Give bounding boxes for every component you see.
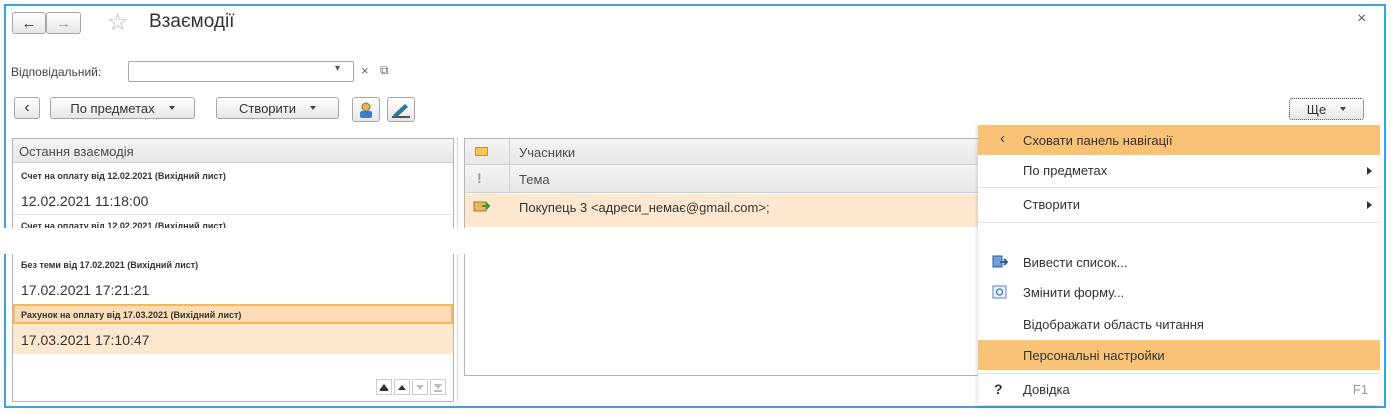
mail-edit-icon — [392, 103, 410, 118]
column-header-last-interaction[interactable]: Остання взаємодія — [13, 139, 453, 163]
menu-item-change-form[interactable]: Змінити форму... — [978, 278, 1380, 307]
form-settings-icon — [992, 285, 1007, 299]
menu-item-export-list[interactable]: Вивести список... — [978, 248, 1380, 277]
column-header-subject[interactable]: ! Тема — [465, 165, 984, 193]
create-button[interactable]: Створити — [216, 97, 339, 119]
submenu-arrow-icon — [1367, 200, 1372, 209]
subject-button[interactable] — [387, 97, 415, 122]
page-title: Взаємодії — [149, 11, 235, 32]
chevron-left-icon: ‹ — [1000, 130, 1005, 147]
more-button[interactable]: Ще — [1289, 98, 1364, 120]
scroll-bottom-icon[interactable] — [430, 379, 446, 395]
scroll-up-icon[interactable] — [394, 379, 410, 395]
by-subjects-button[interactable]: По предметах — [50, 97, 195, 119]
chevron-down-icon — [310, 106, 317, 110]
chevron-down-icon — [168, 106, 175, 110]
back-button[interactable]: ← — [12, 12, 46, 34]
panel-splitter[interactable] — [457, 138, 458, 402]
menu-item-personal-settings[interactable]: Персональні настройки — [978, 340, 1380, 370]
submenu-arrow-icon — [1367, 166, 1372, 175]
menu-divider — [978, 373, 1380, 374]
importance-icon: ! — [477, 170, 482, 186]
forward-button[interactable]: → — [46, 12, 81, 34]
nav-panel-toggle-button[interactable]: ‹ — [14, 97, 40, 119]
list-export-icon — [992, 255, 1008, 268]
overlay-band — [0, 228, 978, 254]
menu-item-help[interactable]: ? Довідка F1 — [978, 375, 1380, 404]
close-icon[interactable]: × — [1357, 10, 1366, 28]
menu-item-by-subjects[interactable]: По предметах — [978, 156, 1380, 185]
menu-item-create[interactable]: Створити — [978, 190, 1380, 219]
scroll-down-icon[interactable] — [412, 379, 428, 395]
list-item[interactable]: Счет на оплату від 12.02.2021 (Вихідний … — [13, 214, 453, 229]
dropdown-icon[interactable]: ▾ — [335, 63, 340, 74]
shortcut-hint: F1 — [1352, 382, 1368, 397]
list-item[interactable]: Без теми від 17.02.2021 (Вихідний лист) … — [13, 255, 453, 303]
help-icon: ? — [994, 381, 1003, 397]
participants-button[interactable] — [352, 97, 380, 122]
chevron-left-icon: ‹ — [24, 99, 30, 116]
menu-item-hide-nav[interactable]: ‹ Сховати панель навігації — [978, 125, 1380, 155]
menu-divider — [978, 187, 1380, 188]
column-header-participants[interactable]: Учасники — [465, 139, 984, 165]
mail-icon — [475, 147, 488, 156]
responsible-field[interactable] — [128, 61, 354, 82]
list-item[interactable]: Счет на оплату від 12.02.2021 (Вихідний … — [13, 164, 453, 214]
back-arrow-icon: ← — [21, 14, 37, 32]
responsible-label: Відповідальний: — [11, 65, 102, 79]
list-item-selected[interactable]: Рахунок на оплату від 17.03.2021 (Вихідн… — [13, 304, 453, 354]
chevron-down-icon — [1340, 107, 1347, 111]
forward-arrow-icon: → — [56, 14, 71, 32]
favorite-star-icon[interactable]: ☆ — [107, 8, 129, 37]
menu-item-reading-pane[interactable]: Відображати область читання — [978, 310, 1380, 339]
scroll-top-icon[interactable] — [376, 379, 392, 395]
user-icon — [360, 102, 372, 118]
outgoing-mail-icon — [473, 201, 491, 212]
open-icon[interactable]: ⧉ — [380, 63, 389, 78]
menu-divider — [978, 222, 1380, 223]
table-row[interactable]: Покупець 3 <адреси_немає@gmail.com>; — [465, 194, 984, 227]
clear-icon[interactable]: × — [361, 63, 369, 78]
